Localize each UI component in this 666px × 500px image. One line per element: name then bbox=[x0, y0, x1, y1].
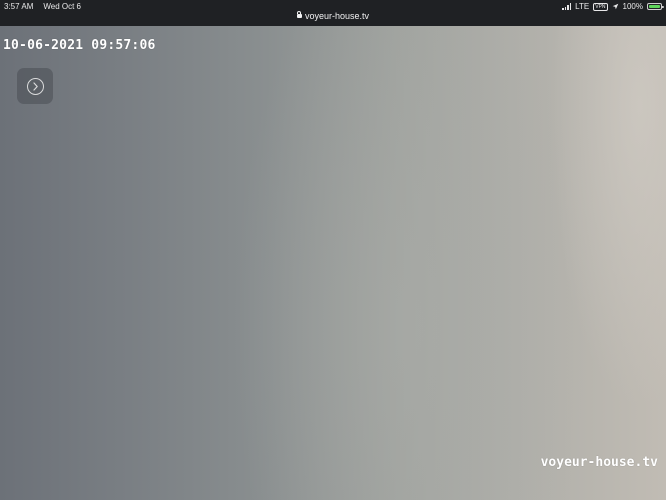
status-right: LTE VPN 100% bbox=[562, 2, 664, 11]
status-left: 3:57 AM Wed Oct 6 bbox=[4, 2, 81, 11]
vpn-badge: VPN bbox=[593, 2, 608, 11]
signal-icon bbox=[562, 3, 572, 10]
page-url: voyeur-house.tv bbox=[304, 11, 370, 21]
location-icon bbox=[612, 3, 618, 10]
chevron-right-icon bbox=[32, 81, 38, 91]
status-time: 3:57 AM bbox=[4, 2, 34, 11]
battery-percent: 100% bbox=[622, 2, 643, 11]
network-type: LTE bbox=[575, 2, 590, 11]
video-timestamp: 10-06-2021 09:57:06 bbox=[3, 38, 156, 53]
next-camera-button[interactable] bbox=[17, 68, 53, 104]
address-bar[interactable]: voyeur-house.tv bbox=[0, 11, 666, 21]
video-stream[interactable]: 10-06-2021 09:57:06 voyeur-house.tv bbox=[0, 26, 666, 500]
site-watermark: voyeur-house.tv bbox=[540, 455, 658, 470]
lock-icon bbox=[296, 11, 302, 18]
chevron-right-circle bbox=[26, 77, 44, 95]
battery-charging-icon bbox=[647, 3, 664, 10]
status-bar: 3:57 AM Wed Oct 6 voyeur-house.tv LTE VP… bbox=[0, 0, 666, 26]
status-date: Wed Oct 6 bbox=[43, 2, 82, 11]
